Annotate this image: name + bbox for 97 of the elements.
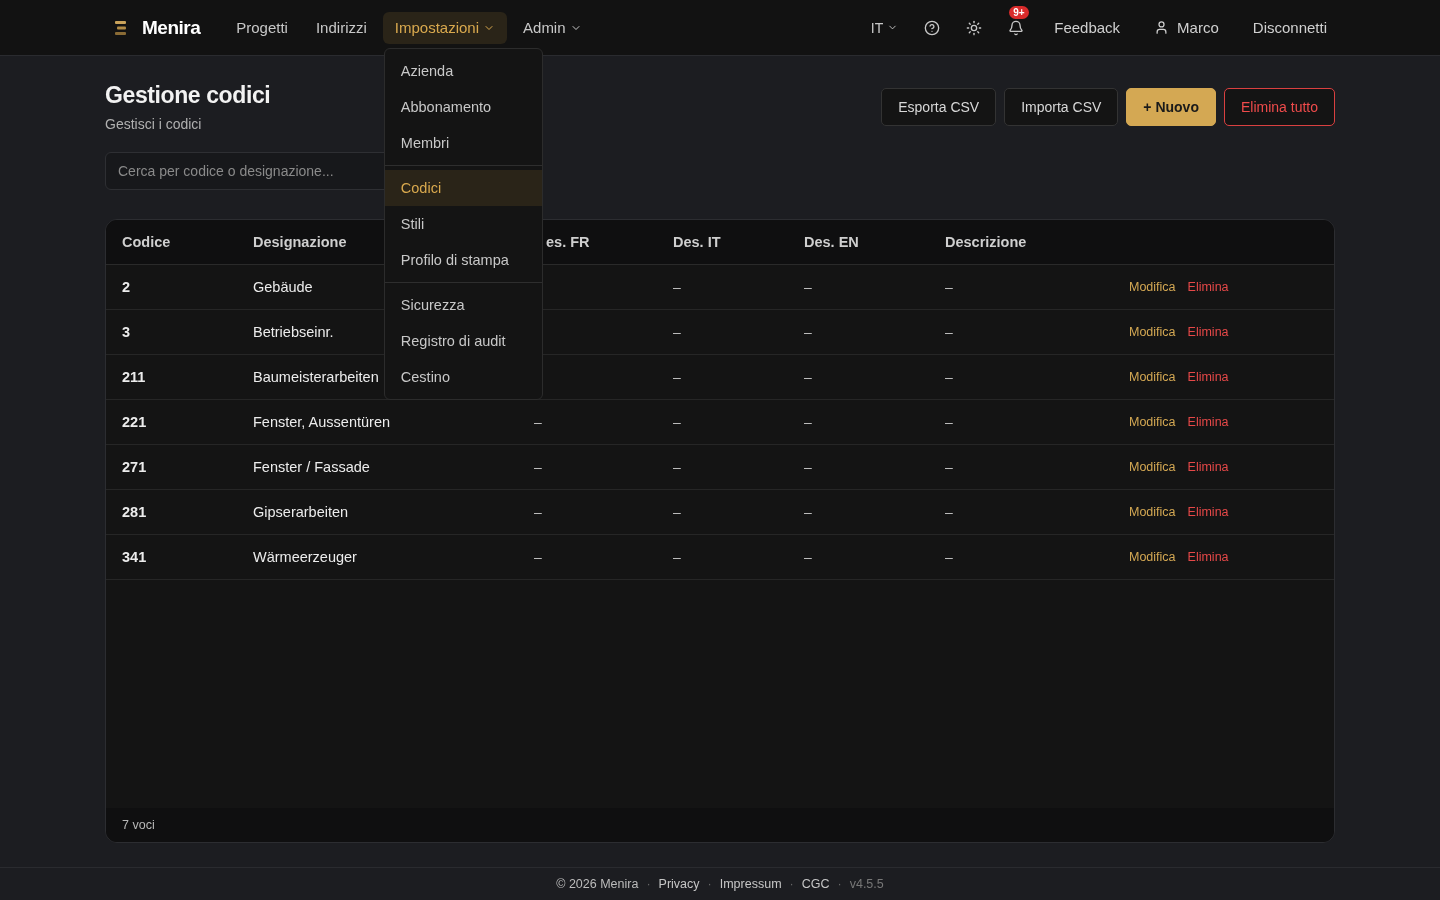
entry-count: 7 voci xyxy=(122,818,155,832)
designation-cell: Fenster / Fassade xyxy=(253,459,370,475)
edit-link[interactable]: Modifica xyxy=(1129,415,1176,429)
page-subtitle: Gestisci i codici xyxy=(105,116,203,132)
brand-name: Menira xyxy=(142,16,201,39)
table-cell-text: – xyxy=(804,324,813,340)
menu-item[interactable]: Sicurezza xyxy=(384,286,542,323)
nav-item[interactable]: Progetti xyxy=(224,11,300,44)
delete-link[interactable]: Elimina xyxy=(1187,460,1229,474)
table-cell-text: – xyxy=(945,549,954,565)
code-cell: 271 xyxy=(122,459,147,475)
edit-link[interactable]: Modifica xyxy=(1129,280,1176,294)
table-cell-text: – xyxy=(945,324,954,340)
designation-cell: Wärmeerzeuger xyxy=(253,549,357,565)
nav-item[interactable]: Indirizzi xyxy=(303,11,379,44)
sun-icon xyxy=(966,19,983,36)
column-header: es. FR xyxy=(545,234,591,250)
action-button[interactable]: Esporta CSV xyxy=(881,88,997,126)
delete-link[interactable]: Elimina xyxy=(1187,415,1229,429)
feedback-button[interactable]: Feedback xyxy=(1046,15,1129,40)
separator-dot: · xyxy=(707,877,712,891)
edit-link[interactable]: Modifica xyxy=(1129,370,1176,384)
table-cell-text: – xyxy=(804,459,813,475)
page-title: Gestione codici xyxy=(105,82,271,109)
code-cell: 341 xyxy=(122,549,147,565)
copyright: © 2026 Menira xyxy=(556,877,639,891)
table-cell-text: – xyxy=(673,279,682,295)
user-button[interactable]: Marco xyxy=(1146,15,1227,40)
column-header: Descrizione xyxy=(945,234,1028,250)
table-cell-text: – xyxy=(534,414,543,430)
nav-item[interactable]: Admin xyxy=(511,11,594,44)
table-cell-text: – xyxy=(673,549,682,565)
menu-item[interactable]: Registro di audit xyxy=(384,322,542,359)
menu-item[interactable]: Stili xyxy=(384,205,542,242)
column-header: Designazione xyxy=(253,234,348,250)
designation-cell: Betriebseinr. xyxy=(253,324,334,340)
bell-icon xyxy=(1008,19,1025,36)
table-cell-text: – xyxy=(673,414,682,430)
language-select[interactable]: IT xyxy=(866,15,903,40)
separator-dot: · xyxy=(646,877,651,891)
table-cell-text: – xyxy=(945,369,954,385)
table-cell-text: – xyxy=(673,324,682,340)
action-button[interactable]: Elimina tutto xyxy=(1223,88,1335,126)
menu-item[interactable]: Abbonamento xyxy=(384,88,542,125)
table-cell-text: – xyxy=(673,504,682,520)
code-cell: 221 xyxy=(122,414,147,430)
column-header: Des. EN xyxy=(804,234,860,250)
delete-link[interactable]: Elimina xyxy=(1187,370,1229,384)
table-cell-text: – xyxy=(945,504,954,520)
delete-link[interactable]: Elimina xyxy=(1187,505,1229,519)
table-cell-text: – xyxy=(945,414,954,430)
designation-cell: Gebäude xyxy=(253,279,313,295)
delete-link[interactable]: Elimina xyxy=(1187,280,1229,294)
separator-dot: · xyxy=(789,877,794,891)
column-header: Codice xyxy=(122,234,172,250)
table-cell-text: – xyxy=(534,504,543,520)
table-cell-text: – xyxy=(673,369,682,385)
footer-link[interactable]: CGC xyxy=(801,877,830,891)
table-cell-text: – xyxy=(673,459,682,475)
delete-link[interactable]: Elimina xyxy=(1187,325,1229,339)
footer-link[interactable]: Privacy xyxy=(658,877,700,891)
nav-item[interactable]: Impostazioni xyxy=(382,11,508,44)
code-cell: 281 xyxy=(122,504,147,520)
action-button[interactable]: + Nuovo xyxy=(1126,88,1216,126)
code-cell: 211 xyxy=(122,369,146,385)
edit-link[interactable]: Modifica xyxy=(1129,550,1176,564)
menu-item[interactable]: Azienda xyxy=(384,52,542,89)
menu-item[interactable]: Profilo di stampa xyxy=(384,241,542,278)
table-cell-text: – xyxy=(804,504,813,520)
delete-link[interactable]: Elimina xyxy=(1187,550,1229,564)
code-cell: 3 xyxy=(122,324,131,340)
menu-item[interactable]: Codici xyxy=(384,169,542,206)
table-cell-text: – xyxy=(804,279,813,295)
notification-badge: 9+ xyxy=(1009,5,1029,19)
designation-cell: Baumeisterarbeiten xyxy=(253,369,379,385)
footer-link[interactable]: Impressum xyxy=(719,877,782,891)
menu-item[interactable]: Cestino xyxy=(384,358,542,395)
action-button[interactable]: Importa CSV xyxy=(1004,88,1119,126)
table-cell-text: – xyxy=(945,459,954,475)
edit-link[interactable]: Modifica xyxy=(1129,325,1176,339)
table-cell-text: – xyxy=(804,414,813,430)
separator-dot: · xyxy=(837,877,842,891)
logout-button[interactable]: Disconnetti xyxy=(1244,15,1335,40)
edit-link[interactable]: Modifica xyxy=(1129,460,1176,474)
version-label: v4.5.5 xyxy=(849,877,884,891)
help-icon xyxy=(924,19,941,36)
table-cell-text: – xyxy=(534,549,543,565)
table-cell-text: – xyxy=(804,369,813,385)
column-header: Des. IT xyxy=(673,234,722,250)
edit-link[interactable]: Modifica xyxy=(1129,505,1176,519)
code-cell: 2 xyxy=(122,279,131,295)
table-cell-text: – xyxy=(804,549,813,565)
table-cell-text: – xyxy=(534,459,543,475)
designation-cell: Gipserarbeiten xyxy=(253,504,349,520)
user-icon xyxy=(1154,20,1170,35)
designation-cell: Fenster, Aussentüren xyxy=(253,414,391,430)
table-cell-text: – xyxy=(945,279,954,295)
